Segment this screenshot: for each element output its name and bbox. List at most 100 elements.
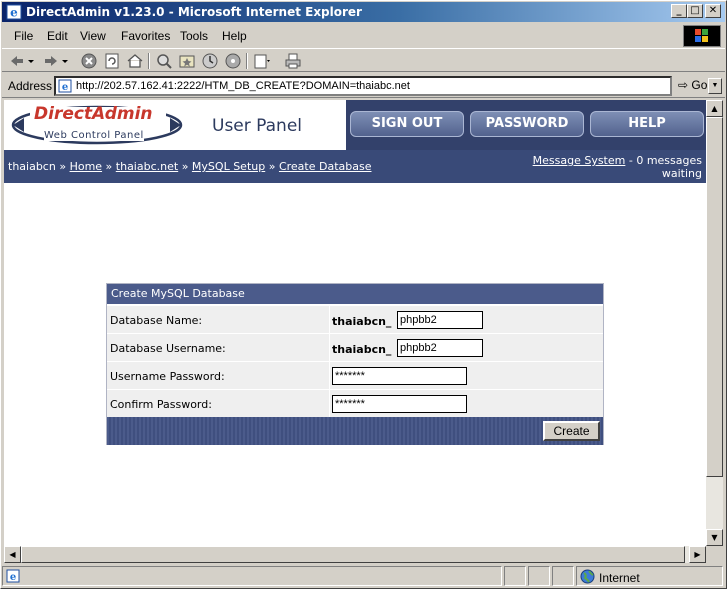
- username-password-label: Username Password:: [110, 370, 225, 383]
- message-count: - 0 messages: [628, 154, 702, 167]
- username-password-input[interactable]: *******: [332, 367, 467, 385]
- top-nav: SIGN OUT PASSWORD HELP: [346, 100, 706, 150]
- forward-dropdown-icon[interactable]: [60, 52, 70, 70]
- form-footer: Create: [107, 417, 603, 445]
- row-divider: [329, 362, 330, 389]
- close-button[interactable]: ✕: [705, 4, 721, 18]
- svg-text:e: e: [62, 82, 68, 93]
- menu-file[interactable]: File: [14, 29, 33, 43]
- confirm-password-row: Confirm Password: *******: [107, 389, 603, 417]
- address-dropdown-button[interactable]: ▼: [708, 78, 722, 94]
- scroll-right-icon[interactable]: ▶: [689, 546, 706, 563]
- database-name-input[interactable]: phpbb2: [397, 311, 483, 329]
- sign-out-button[interactable]: SIGN OUT: [350, 111, 464, 137]
- page-viewport: DirectAdmin Web Control Panel User Panel…: [4, 100, 706, 546]
- breadcrumb-create-db-link[interactable]: Create Database: [279, 160, 372, 173]
- database-name-row: Database Name: thaiabcn_ phpbb2: [107, 305, 603, 333]
- windows-logo-icon: [683, 25, 721, 47]
- vertical-scroll-thumb[interactable]: [706, 117, 723, 477]
- globe-icon: [580, 569, 595, 584]
- create-button[interactable]: Create: [543, 421, 600, 441]
- title-bar[interactable]: e DirectAdmin v1.23.0 - Microsoft Intern…: [2, 2, 725, 22]
- scroll-left-icon[interactable]: ◀: [4, 546, 21, 563]
- database-name-prefix: thaiabcn_: [332, 315, 392, 328]
- status-bar: e Internet: [2, 565, 725, 587]
- scroll-up-icon[interactable]: ▲: [706, 100, 723, 117]
- address-url: http://202.57.162.41:2222/HTM_DB_CREATE?…: [76, 80, 410, 92]
- status-cell: [504, 566, 526, 586]
- database-username-prefix: thaiabcn_: [332, 343, 392, 356]
- back-icon[interactable]: [8, 52, 26, 70]
- row-divider: [329, 306, 330, 333]
- address-label: Address: [8, 79, 53, 93]
- password-button[interactable]: PASSWORD: [470, 111, 584, 137]
- menu-favorites[interactable]: Favorites: [121, 29, 170, 43]
- form-title: Create MySQL Database: [107, 284, 603, 304]
- refresh-icon[interactable]: [103, 52, 121, 70]
- logo-text: DirectAdmin: [34, 104, 153, 124]
- toolbar-separator: [246, 53, 248, 69]
- breadcrumb-domain-link[interactable]: thaiabc.net: [116, 160, 178, 173]
- menu-edit[interactable]: Edit: [47, 29, 68, 43]
- ie-page-icon: e: [58, 79, 72, 93]
- search-icon[interactable]: [155, 52, 173, 70]
- zone-label: Internet: [599, 571, 640, 585]
- username-password-row: Username Password: *******: [107, 361, 603, 389]
- confirm-password-input[interactable]: *******: [332, 395, 467, 413]
- minimize-button[interactable]: _: [671, 4, 687, 18]
- history-icon[interactable]: [201, 52, 219, 70]
- media-icon[interactable]: [224, 52, 242, 70]
- breadcrumb-mysql-link[interactable]: MySQL Setup: [192, 160, 265, 173]
- maximize-button[interactable]: □: [687, 4, 703, 18]
- menu-view[interactable]: View: [80, 29, 106, 43]
- svg-text:e: e: [10, 6, 18, 20]
- status-cell: [528, 566, 550, 586]
- home-icon[interactable]: [126, 52, 144, 70]
- address-bar: Address e http://202.57.162.41:2222/HTM_…: [2, 74, 725, 98]
- menu-tools[interactable]: Tools: [180, 29, 208, 43]
- breadcrumb-home-link[interactable]: Home: [70, 160, 102, 173]
- message-system-link[interactable]: Message System: [533, 154, 626, 167]
- confirm-password-label: Confirm Password:: [110, 398, 212, 411]
- logo-area: DirectAdmin Web Control Panel User Panel: [4, 100, 346, 150]
- horizontal-scrollbar[interactable]: ◀ ▶: [4, 546, 706, 563]
- database-name-label: Database Name:: [110, 314, 203, 327]
- ie-icon: e: [6, 4, 22, 20]
- mail-icon[interactable]: [253, 52, 271, 70]
- status-zone: Internet: [576, 566, 723, 586]
- favorites-icon[interactable]: [178, 52, 196, 70]
- row-divider: [329, 334, 330, 361]
- menu-help[interactable]: Help: [222, 29, 247, 43]
- horizontal-scroll-thumb[interactable]: [21, 546, 685, 563]
- standard-toolbar: [2, 48, 725, 72]
- scroll-down-icon[interactable]: ▼: [706, 529, 723, 546]
- print-icon[interactable]: [284, 52, 302, 70]
- window-title: DirectAdmin v1.23.0 - Microsoft Internet…: [26, 5, 362, 19]
- back-dropdown-icon[interactable]: [26, 52, 36, 70]
- status-main: e: [2, 566, 502, 586]
- toolbar-separator: [148, 53, 150, 69]
- svg-text:e: e: [10, 572, 16, 583]
- create-db-form: Create MySQL Database Database Name: tha…: [106, 283, 604, 445]
- user-panel-title: User Panel: [212, 116, 303, 136]
- database-username-label: Database Username:: [110, 342, 226, 355]
- message-status: Message System - 0 messages waiting: [533, 154, 702, 180]
- database-username-input[interactable]: phpbb2: [397, 339, 483, 357]
- help-button[interactable]: HELP: [590, 111, 704, 137]
- logo-subtext: Web Control Panel: [44, 130, 144, 141]
- database-username-row: Database Username: thaiabcn_ phpbb2: [107, 333, 603, 361]
- breadcrumb-user: thaiabcn: [8, 160, 56, 173]
- da-header: DirectAdmin Web Control Panel User Panel…: [4, 100, 706, 150]
- breadcrumb: thaiabcn » Home » thaiabc.net » MySQL Se…: [8, 160, 372, 173]
- row-divider: [329, 390, 330, 417]
- go-arrow-icon: ⇨: [678, 78, 689, 92]
- message-waiting: waiting: [661, 167, 702, 180]
- ie-page-icon: e: [6, 569, 20, 583]
- stop-icon[interactable]: [80, 52, 98, 70]
- address-input[interactable]: e http://202.57.162.41:2222/HTM_DB_CREAT…: [54, 76, 722, 96]
- status-cell: [552, 566, 574, 586]
- menu-bar: File Edit View Favorites Tools Help: [2, 24, 725, 46]
- go-button[interactable]: ⇨ Go: [678, 78, 707, 92]
- forward-icon[interactable]: [42, 52, 60, 70]
- vertical-scrollbar[interactable]: ▲ ▼: [706, 100, 723, 546]
